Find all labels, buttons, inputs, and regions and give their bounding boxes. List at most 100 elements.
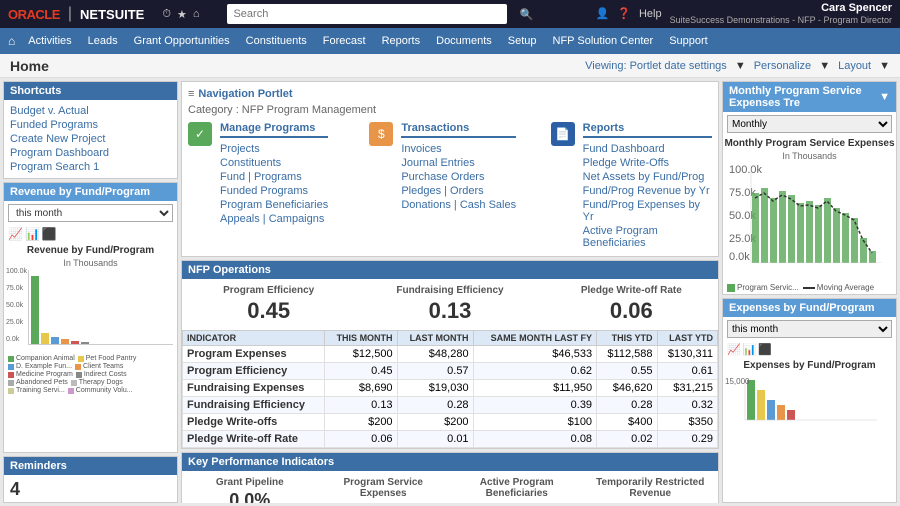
link-invoices[interactable]: Invoices <box>401 142 516 156</box>
expenses-dropdown[interactable]: this month last month <box>727 320 892 338</box>
shortcut-create-project[interactable]: Create New Project <box>10 132 171 146</box>
metric-pledge-writeoff: Pledge Write-off Rate 0.06 <box>551 285 712 324</box>
link-fund-programs[interactable]: Fund | Programs <box>220 170 328 184</box>
legend-program-service: Program Servic... <box>727 283 799 292</box>
bar-chart-icon[interactable]: 📊 <box>25 227 40 241</box>
nav-constituents[interactable]: Constituents <box>239 28 314 54</box>
manage-programs-title: Manage Programs <box>220 122 328 138</box>
expenses-line-icon[interactable]: 📈 <box>727 343 741 356</box>
legend-dot-example <box>8 364 14 370</box>
link-fund-expenses-yr[interactable]: Fund/Prog Expenses by Yr <box>583 198 712 224</box>
page-title: Home <box>10 58 49 74</box>
main-content: Shortcuts Budget v. Actual Funded Progra… <box>0 78 900 506</box>
reports-section: 📄 Reports Fund Dashboard Pledge Write-Of… <box>551 122 712 250</box>
legend-petfood: Pet Food Pantry <box>78 355 137 362</box>
monthly-dropdown[interactable]: Monthly Weekly Yearly <box>727 115 892 133</box>
metric-label-pledge: Pledge Write-off Rate <box>551 285 712 296</box>
notifications-icon[interactable]: 👤 <box>596 7 610 20</box>
expenses-bar-icon[interactable]: 📊 <box>743 343 757 356</box>
link-pledge-writeoffs[interactable]: Pledge Write-Offs <box>583 156 712 170</box>
th-last-month: LAST MONTH <box>397 331 473 346</box>
trend-svg: 100.0k 75.0k 50.0k 25.0k 0.0k <box>727 163 894 263</box>
reminders-panel: Reminders 4 <box>3 456 178 503</box>
link-program-beneficiaries[interactable]: Program Beneficiaries <box>220 198 328 212</box>
home-nav-icon[interactable]: ⌂ <box>8 34 15 48</box>
clock-icon[interactable]: ⏱ <box>162 8 171 21</box>
expenses-chart-title: Expenses by Fund/Program <box>723 358 896 373</box>
kpi-header: Key Performance Indicators <box>182 453 718 471</box>
link-fund-revenue-yr[interactable]: Fund/Prog Revenue by Yr <box>583 184 712 198</box>
nav-support[interactable]: Support <box>662 28 715 54</box>
shortcut-funded-programs[interactable]: Funded Programs <box>10 118 171 132</box>
revenue-panel: Revenue by Fund/Program this month last … <box>3 182 178 453</box>
nav-setup[interactable]: Setup <box>501 28 544 54</box>
expenses-chart-area: 15,000 <box>723 373 896 433</box>
nav-activities[interactable]: Activities <box>21 28 78 54</box>
legend-companion: Companion Animal <box>8 355 75 362</box>
legend-moving-average: Moving Average <box>803 283 874 292</box>
link-purchase-orders[interactable]: Purchase Orders <box>401 170 516 184</box>
personalize-button[interactable]: Personalize <box>754 60 811 72</box>
menu-icon: ≡ <box>188 88 194 100</box>
shortcut-budget[interactable]: Budget v. Actual <box>10 104 171 118</box>
user-info: Cara Spencer SuiteSuccess Demonstrations… <box>670 2 892 26</box>
link-donations[interactable]: Donations | Cash Sales <box>401 198 516 212</box>
legend-dot-training <box>8 388 14 394</box>
nav-leads[interactable]: Leads <box>81 28 125 54</box>
kpi-value-grant: 0.0% <box>188 490 312 503</box>
viewing-label: Viewing: Portlet date settings <box>585 60 727 72</box>
monthly-trend-header: Monthly Program Service Expenses Tre ▼ <box>723 82 896 112</box>
bar-companion <box>31 276 39 344</box>
expenses-pie-icon[interactable]: ⬛ <box>758 343 772 356</box>
search-icon[interactable]: 🔍 <box>519 8 533 21</box>
legend-example: D. Example Fun... <box>8 363 72 370</box>
nav-reports[interactable]: Reports <box>375 28 428 54</box>
kpi-beneficiaries: Active Program Beneficiaries 2 <box>455 477 579 503</box>
nav-nfp-solution-center[interactable]: NFP Solution Center <box>546 28 661 54</box>
link-journal-entries[interactable]: Journal Entries <box>401 156 516 170</box>
legend-community: Community Volu... <box>68 387 133 394</box>
nav-documents[interactable]: Documents <box>429 28 499 54</box>
legend-dot-community <box>68 388 74 394</box>
shortcuts-list: Budget v. Actual Funded Programs Create … <box>4 100 177 178</box>
home-icon[interactable]: ⌂ <box>193 8 200 20</box>
shortcut-dashboard[interactable]: Program Dashboard <box>10 146 171 160</box>
revenue-legend: Companion Animal Pet Food Pantry D. Exam… <box>4 353 177 396</box>
link-appeals-campaigns[interactable]: Appeals | Campaigns <box>220 212 328 226</box>
star-icon[interactable]: ★ <box>177 8 187 21</box>
link-projects[interactable]: Projects <box>220 142 328 156</box>
reminders-header: Reminders <box>4 457 177 475</box>
legend-dot-abandoned <box>8 380 14 386</box>
top-right-area: 👤 ❓ Help Cara Spencer SuiteSuccess Demon… <box>596 2 892 26</box>
shortcut-search[interactable]: Program Search 1 <box>10 160 171 174</box>
nav-forecast[interactable]: Forecast <box>316 28 373 54</box>
help-icon[interactable]: ❓ <box>617 7 631 20</box>
trend-legend: Program Servic... Moving Average <box>723 281 896 294</box>
trend-chart-container: Monthly Program Service Expenses In Thou… <box>723 136 896 161</box>
pie-chart-icon[interactable]: ⬛ <box>42 227 57 241</box>
bar-indirect <box>81 342 89 344</box>
link-pledges-orders[interactable]: Pledges | Orders <box>401 184 516 198</box>
th-indicator: INDICATOR <box>183 331 325 346</box>
layout-button[interactable]: Layout <box>838 60 871 72</box>
revenue-dropdown[interactable]: this month last month this year <box>8 204 173 222</box>
link-constituents[interactable]: Constituents <box>220 156 328 170</box>
svg-text:0.0k: 0.0k <box>729 251 750 263</box>
legend-dot-therapy <box>71 380 77 386</box>
search-input[interactable] <box>227 4 507 24</box>
table-row: Pledge Write-offs $200 $200 $100 $400 $3… <box>183 414 718 431</box>
link-funded-programs[interactable]: Funded Programs <box>220 184 328 198</box>
link-active-beneficiaries[interactable]: Active Program Beneficiaries <box>583 224 712 250</box>
link-fund-dashboard[interactable]: Fund Dashboard <box>583 142 712 156</box>
oracle-logo: ORACLE <box>8 7 60 22</box>
monthly-trend-title: Monthly Program Service Expenses Tre <box>729 85 879 109</box>
link-net-assets[interactable]: Net Assets by Fund/Prog <box>583 170 712 184</box>
nav-grant-opportunities[interactable]: Grant Opportunities <box>127 28 237 54</box>
th-last-ytd: LAST YTD <box>657 331 718 346</box>
portlet-sections: ✓ Manage Programs Projects Constituents … <box>188 122 712 250</box>
line-chart-icon[interactable]: 📈 <box>8 227 23 241</box>
table-row: Program Efficiency 0.45 0.57 0.62 0.55 0… <box>183 363 718 380</box>
kpi-label-grant: Grant Pipeline <box>188 477 312 488</box>
portlet-title: ≡ Navigation Portlet <box>188 88 712 100</box>
logo-divider: | <box>68 5 72 23</box>
